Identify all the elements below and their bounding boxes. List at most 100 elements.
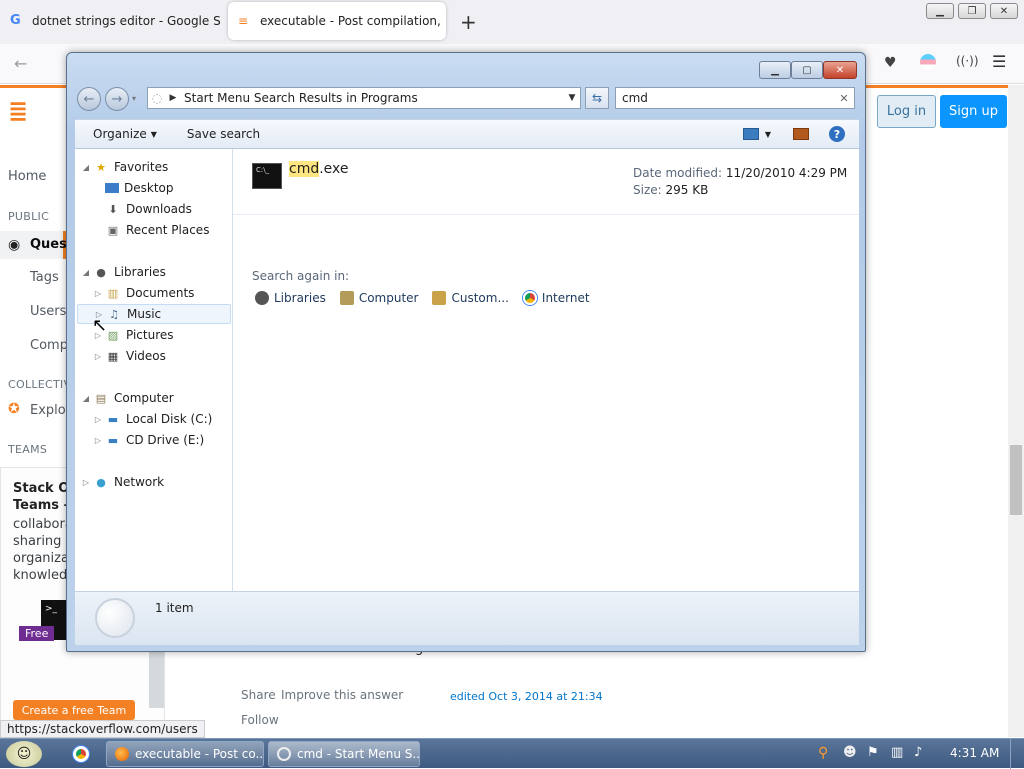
taskbar-firefox-window[interactable]: executable - Post co... xyxy=(106,741,264,767)
collapsed-icon[interactable]: ▷ xyxy=(93,352,103,361)
help-icon[interactable]: ? xyxy=(829,126,845,142)
recent-pages-icon[interactable]: ▾ xyxy=(132,94,136,103)
link-label: Computer xyxy=(358,291,419,305)
edited-timestamp-link[interactable]: edited Oct 3, 2014 at 21:34 xyxy=(450,690,603,703)
search-again-internet[interactable]: Internet xyxy=(522,291,590,305)
expanded-icon[interactable]: ◢ xyxy=(81,163,91,172)
computer-icon: ▤ xyxy=(95,391,107,405)
close-browser-button[interactable]: ✕ xyxy=(990,3,1018,19)
back-button[interactable]: ← xyxy=(77,87,101,111)
follow-link[interactable]: Follow xyxy=(241,713,279,727)
page-scrollbar[interactable] xyxy=(1008,85,1024,737)
tree-item-local-disk[interactable]: ▷ ▬ Local Disk (C:) xyxy=(93,409,212,429)
minimize-window-button[interactable]: ▁ xyxy=(759,61,791,79)
tree-libraries[interactable]: ◢ ● Libraries xyxy=(81,262,166,282)
tree-computer[interactable]: ◢ ▤ Computer xyxy=(81,388,174,408)
clock[interactable]: 4:31 AM xyxy=(950,746,999,760)
start-button[interactable]: ☺ xyxy=(6,741,42,767)
address-path: Start Menu Search Results in Programs xyxy=(184,91,418,105)
page-scrollbar-thumb[interactable] xyxy=(1010,445,1022,515)
login-button[interactable]: Log in xyxy=(877,95,936,128)
collapsed-icon[interactable]: ▷ xyxy=(81,478,91,487)
tree-item-videos[interactable]: ▷ ▦ Videos xyxy=(93,346,166,366)
tree-item-downloads[interactable]: ⬇ Downloads xyxy=(93,199,192,219)
refresh-icon[interactable]: ⇆ xyxy=(585,87,609,109)
share-link[interactable]: Share xyxy=(241,688,276,702)
tree-item-desktop[interactable]: Desktop xyxy=(93,178,174,198)
tree-item-recent-places[interactable]: ▣ Recent Places xyxy=(93,220,210,240)
expanded-icon[interactable]: ◢ xyxy=(81,394,91,403)
show-desktop-button[interactable] xyxy=(1010,739,1024,769)
address-bar[interactable]: ◌ ▶ Start Menu Search Results in Program… xyxy=(147,87,581,109)
cmd-exe-icon: C:\_ xyxy=(252,163,282,189)
forward-button[interactable]: → xyxy=(105,87,129,111)
nav-companies[interactable]: Comp xyxy=(30,338,68,353)
menu-icon[interactable]: ☰ xyxy=(992,52,1006,71)
chrome-taskbar-icon[interactable] xyxy=(66,743,96,765)
tree-favorites[interactable]: ◢ ★ Favorites xyxy=(81,157,168,177)
create-team-button[interactable]: Create a free Team xyxy=(13,700,135,720)
tree-network[interactable]: ▷ ● Network xyxy=(81,472,164,492)
free-badge: Free xyxy=(19,626,55,641)
stackoverflow-logo-icon[interactable]: ≣ xyxy=(8,97,38,127)
network-tray-icon[interactable]: ▥ xyxy=(891,745,903,760)
organize-button[interactable]: Organize xyxy=(93,127,147,141)
clear-search-icon[interactable]: ✕ xyxy=(834,92,854,105)
collapsed-icon[interactable]: ▷ xyxy=(93,289,103,298)
view-dropdown-icon[interactable]: ▼ xyxy=(765,130,771,139)
organize-dropdown-icon[interactable]: ▼ xyxy=(151,130,157,139)
collapsed-icon[interactable]: ▷ xyxy=(93,436,103,445)
search-again-custom[interactable]: Custom... xyxy=(432,291,509,305)
computer-icon xyxy=(339,291,354,305)
result-date-modified: Date modified: 11/20/2010 4:29 PM xyxy=(633,166,847,180)
volume-icon[interactable]: ♪ xyxy=(914,745,922,760)
radio-icon[interactable]: ((·)) xyxy=(956,54,979,68)
save-search-button[interactable]: Save search xyxy=(187,127,260,141)
nav-home[interactable]: Home xyxy=(8,169,46,184)
tree-label: Recent Places xyxy=(126,223,210,237)
close-tab-icon[interactable]: ✕ xyxy=(441,14,446,29)
close-tab-icon[interactable]: ✕ xyxy=(221,14,222,29)
result-size: Size: 295 KB xyxy=(633,183,708,197)
nav-tags[interactable]: Tags xyxy=(30,270,59,285)
tab-stackoverflow[interactable]: ≡ executable - Post compilation, ✕ xyxy=(228,2,446,40)
search-input[interactable]: cmd xyxy=(622,91,834,105)
libraries-icon: ● xyxy=(96,265,106,279)
nav-questions-active[interactable]: ◉ Quest xyxy=(0,231,73,259)
tree-item-cd-drive[interactable]: ▷ ▬ CD Drive (E:) xyxy=(93,430,204,450)
improve-answer-link[interactable]: Improve this answer xyxy=(281,688,403,702)
close-window-button[interactable]: ✕ xyxy=(823,61,857,79)
action-center-icon[interactable]: ⚑ xyxy=(867,745,879,760)
new-tab-button[interactable]: + xyxy=(460,10,477,34)
tab-google[interactable]: G dotnet strings editor - Google S ✕ xyxy=(0,2,222,40)
tray-smiley-icon[interactable]: ☻ xyxy=(843,745,857,760)
nav-explore[interactable]: Explor xyxy=(30,403,71,418)
taskbar-explorer-window[interactable]: cmd - Start Menu S... xyxy=(268,741,420,767)
address-dropdown-icon[interactable]: ▼ xyxy=(564,93,580,103)
breadcrumb-arrow-icon[interactable]: ▶ xyxy=(166,93,180,103)
search-again-libraries[interactable]: Libraries xyxy=(255,291,326,305)
collapsed-icon[interactable]: ▷ xyxy=(93,415,103,424)
search-results-icon xyxy=(277,747,291,761)
maximize-window-button[interactable]: ▢ xyxy=(791,61,823,79)
signup-button[interactable]: Sign up xyxy=(940,95,1007,128)
search-box[interactable]: cmd ✕ xyxy=(615,87,855,109)
search-tray-icon[interactable]: ⚲ xyxy=(818,745,828,761)
back-arrow-icon[interactable]: ← xyxy=(14,54,27,73)
result-item[interactable]: C:\_ cmd.exe Date modified: 11/20/2010 4… xyxy=(233,149,859,215)
expanded-icon[interactable]: ◢ xyxy=(81,268,91,277)
search-again-computer[interactable]: Computer xyxy=(339,291,419,305)
nav-users[interactable]: Users xyxy=(30,304,66,319)
videos-icon: ▦ xyxy=(107,349,119,363)
minimize-browser-button[interactable]: ▁ xyxy=(926,3,954,19)
size-label: Size: xyxy=(633,183,662,197)
star-icon: ★ xyxy=(96,160,106,174)
extension-icon[interactable] xyxy=(920,54,936,70)
restore-browser-button[interactable]: ❐ xyxy=(958,3,986,19)
pocket-icon[interactable]: ♥ xyxy=(884,55,897,71)
collectives-icon: ✪ xyxy=(8,401,20,417)
preview-pane-icon[interactable] xyxy=(793,128,809,140)
change-view-icon[interactable] xyxy=(742,128,759,140)
tree-item-documents[interactable]: ▷ ▥ Documents xyxy=(93,283,195,303)
tree-label: Computer xyxy=(114,391,174,405)
